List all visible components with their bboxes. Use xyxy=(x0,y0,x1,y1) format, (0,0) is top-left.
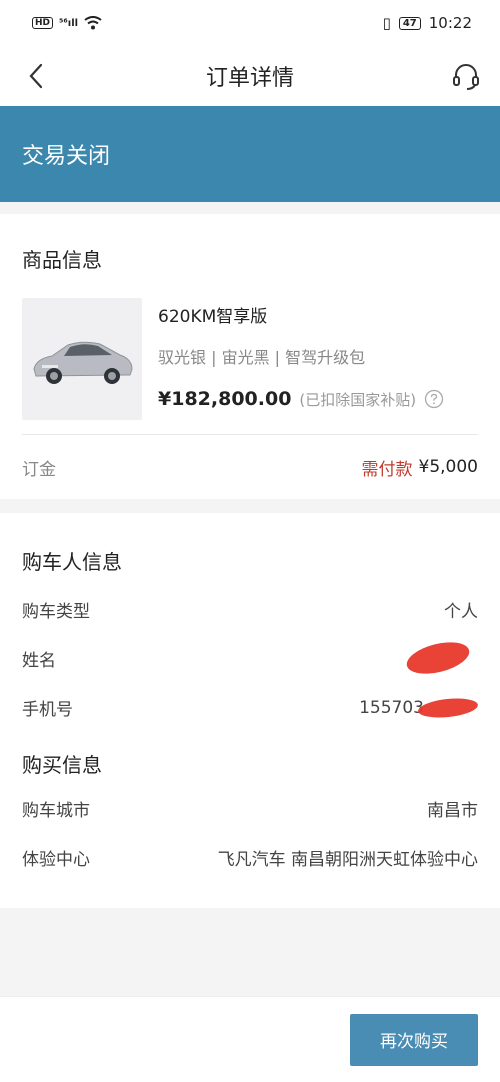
battery-indicator: 47 xyxy=(398,16,421,30)
buyer-section: 购车人信息 购车类型 个人 姓名 手机号 155703 购买信息 购车城市 南昌… xyxy=(0,513,500,908)
price-note: (已扣除国家补贴) xyxy=(299,390,417,409)
info-value: 飞凡汽车 南昌朝阳洲天虹体验中心 xyxy=(217,850,478,870)
nav-bar: 订单详情 xyxy=(0,46,500,106)
info-row-purchase-type: 购车类型 个人 xyxy=(22,585,478,634)
product-name: 620KM智享版 xyxy=(158,307,268,327)
back-button[interactable] xyxy=(18,58,54,94)
vibrate-icon: ▯ xyxy=(382,14,391,32)
page-title: 订单详情 xyxy=(205,66,294,91)
info-label: 姓名 xyxy=(22,651,56,671)
info-row-name: 姓名 xyxy=(22,634,478,683)
status-bar: HD ⁵⁶ıll ▯ 47 10:22 xyxy=(0,0,500,46)
goods-section-title: 商品信息 xyxy=(22,248,102,272)
deposit-label: 订金 xyxy=(22,459,56,480)
product-info: 620KM智享版 驭光银 | 宙光黑 | 智驾升级包 ¥182,800.00 (… xyxy=(158,298,478,434)
phone-redaction xyxy=(417,695,479,720)
info-row-phone: 手机号 155703 xyxy=(22,683,479,732)
phone-number: 155703 xyxy=(359,697,424,718)
question-circle-icon xyxy=(424,389,444,409)
headset-icon xyxy=(453,64,479,90)
purchase-section-title: 购买信息 xyxy=(22,752,102,777)
customer-service-button[interactable] xyxy=(448,58,484,94)
rebuy-button[interactable]: 再次购买 xyxy=(350,1013,478,1066)
hd-indicator: HD xyxy=(32,17,54,29)
deposit-row: 订金 需付款 ¥5,000 xyxy=(22,435,478,499)
status-left: HD ⁵⁶ıll xyxy=(32,16,102,30)
info-value: 个人 xyxy=(444,602,478,622)
info-label: 手机号 xyxy=(22,700,73,720)
goods-section: 商品信息 620KM智享版 驭光银 | 宙光黑 | 智驾升级包 ¥182,800… xyxy=(0,214,500,499)
redaction-mark xyxy=(403,636,473,679)
clock: 10:22 xyxy=(428,14,472,32)
deposit-amount: ¥5,000 xyxy=(418,457,478,477)
info-row-city: 购车城市 南昌市 xyxy=(22,784,478,833)
product-item[interactable]: 620KM智享版 驭光银 | 宙光黑 | 智驾升级包 ¥182,800.00 (… xyxy=(22,286,478,434)
name-value xyxy=(398,636,478,679)
deposit-info: 需付款 ¥5,000 xyxy=(362,455,478,480)
buyer-section-title: 购车人信息 xyxy=(22,549,122,574)
redaction-mark xyxy=(417,695,479,720)
info-label: 购车类型 xyxy=(22,602,90,622)
car-image xyxy=(33,341,133,384)
product-spec: 驭光银 | 宙光黑 | 智驾升级包 xyxy=(158,348,366,367)
phone-value: 155703 xyxy=(359,695,479,720)
order-status-banner: 交易关闭 xyxy=(0,106,500,202)
signal-icon: ⁵⁶ıll xyxy=(59,17,79,29)
info-row-experience-center: 体验中心 飞凡汽车 南昌朝阳洲天虹体验中心 xyxy=(22,833,478,882)
deposit-status: 需付款 xyxy=(361,459,413,480)
order-status-text: 交易关闭 xyxy=(22,144,111,169)
wifi-icon xyxy=(84,16,102,30)
chevron-left-icon xyxy=(29,63,43,89)
status-right: ▯ 47 10:22 xyxy=(383,14,472,32)
price-row: ¥182,800.00 (已扣除国家补贴) xyxy=(158,388,478,410)
info-label: 体验中心 xyxy=(22,850,90,870)
bottom-action-bar: 再次购买 xyxy=(0,996,500,1082)
info-label: 购车城市 xyxy=(22,801,90,821)
product-price: ¥182,800.00 xyxy=(158,388,292,410)
info-value: 南昌市 xyxy=(427,801,478,821)
product-image xyxy=(22,298,142,420)
subsidy-help-button[interactable] xyxy=(424,389,444,409)
